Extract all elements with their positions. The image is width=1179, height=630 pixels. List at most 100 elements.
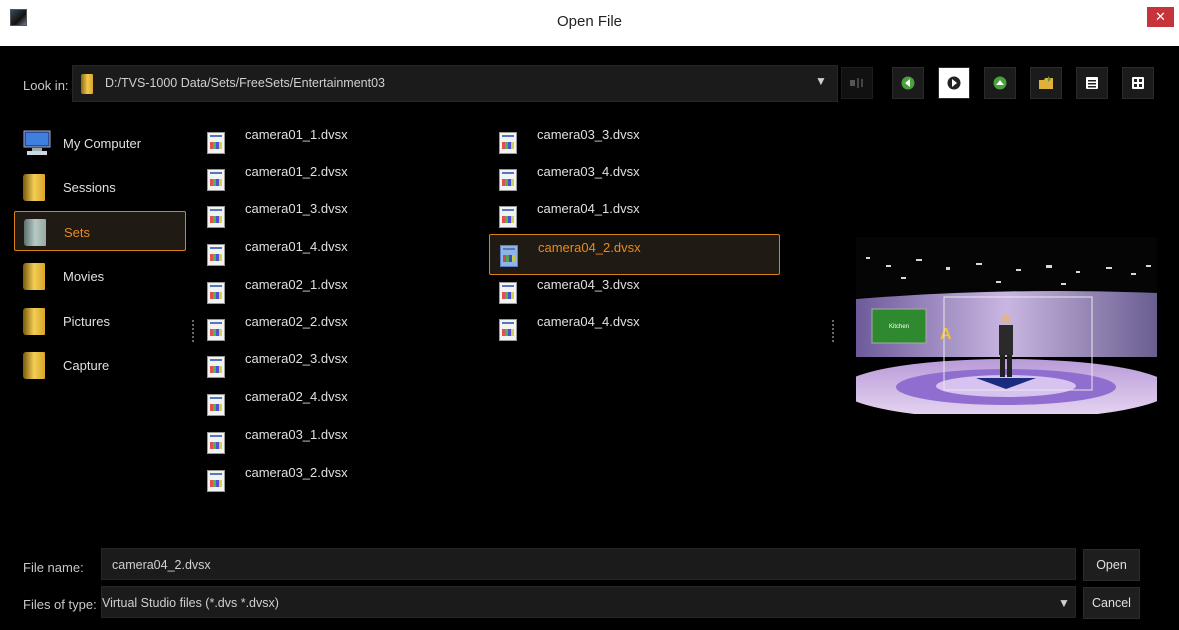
file-name-label: File name: [23,560,84,575]
preview-splitter[interactable] [832,320,834,342]
volume-button[interactable] [841,67,873,99]
file-icon [207,356,225,378]
file-icon [207,470,225,492]
look-in-dropdown[interactable]: D:/TVS-1000 Data/Sets/FreeSets/Entertain… [72,65,838,102]
back-icon [901,76,915,90]
file-name: camera03_1.dvsx [245,427,348,442]
file-icon [499,169,517,191]
folder-icon [23,263,45,290]
file-type-value: Virtual Studio files (*.dvs *.dvsx) [102,596,279,610]
forward-icon [947,76,961,90]
file-icon [207,319,225,341]
open-button[interactable]: Open [1083,549,1140,581]
up-icon [993,76,1007,90]
sidebar-item-my-computer[interactable]: My Computer [14,123,186,163]
folder-icon [81,74,93,94]
file-item[interactable]: camera01_4.dvsx [200,232,360,268]
sidebar-item-pictures[interactable]: Pictures [14,301,186,341]
file-item[interactable]: camera03_4.dvsx [492,157,780,193]
file-name: camera03_4.dvsx [537,164,640,179]
file-name-field[interactable]: camera04_2.dvsx [101,548,1076,580]
file-name: camera01_4.dvsx [245,239,348,254]
file-item[interactable]: camera02_3.dvsx [200,344,360,380]
file-icon [499,282,517,304]
sidebar-item-movies[interactable]: Movies [14,256,186,296]
file-name: camera04_2.dvsx [538,240,641,255]
sidebar-item-label: Movies [63,269,105,284]
file-icon [499,132,517,154]
sidebar-item-label: Capture [63,358,110,373]
sidebar-item-label: My Computer [63,136,142,151]
file-name: camera02_2.dvsx [245,314,348,329]
file-name: camera01_2.dvsx [245,164,348,179]
file-preview: Kitchen A [856,237,1157,414]
title-bar: Open File ✕ [0,0,1179,46]
file-icon [207,169,225,191]
file-name-value: camera04_2.dvsx [112,558,211,572]
look-in-path: D:/TVS-1000 Data/Sets/FreeSets/Entertain… [105,76,385,90]
file-item[interactable]: camera02_4.dvsx [200,382,360,418]
studio-preview-image: Kitchen A [856,237,1157,414]
file-name: camera04_1.dvsx [537,201,640,216]
preview-screen-text: Kitchen [889,324,909,330]
file-item[interactable]: camera03_3.dvsx [492,120,780,156]
file-item[interactable]: camera04_1.dvsx [492,194,780,230]
list-view-button[interactable] [1076,67,1108,99]
new-folder-icon [1039,76,1053,89]
file-item-selected[interactable]: camera04_2.dvsx [489,234,780,275]
new-folder-button[interactable] [1030,67,1062,99]
file-icon [207,132,225,154]
sidebar-item-label: Sessions [63,180,116,195]
file-name: camera02_3.dvsx [245,351,348,366]
file-type-dropdown[interactable]: Virtual Studio files (*.dvs *.dvsx) ▼ [101,586,1076,618]
detail-view-icon [1132,77,1144,89]
file-item[interactable]: camera01_2.dvsx [200,157,360,193]
file-item[interactable]: camera02_2.dvsx [200,307,360,343]
sidebar-item-label: Pictures [63,314,110,329]
file-item[interactable]: camera04_4.dvsx [492,307,780,343]
file-icon [499,206,517,228]
computer-icon [23,130,51,155]
file-item[interactable]: camera01_3.dvsx [200,194,360,230]
file-name: camera03_2.dvsx [245,465,348,480]
file-icon [500,245,518,267]
folder-icon [23,308,45,335]
file-icon [499,319,517,341]
file-icon [207,244,225,266]
sidebar-item-sets[interactable]: Sets [14,211,186,251]
file-item[interactable]: camera02_1.dvsx [200,270,360,306]
file-name: camera01_3.dvsx [245,201,348,216]
folder-icon [23,352,45,379]
folder-icon [23,174,45,201]
file-item[interactable]: camera03_2.dvsx [200,458,360,494]
file-name: camera04_3.dvsx [537,277,640,292]
file-item[interactable]: camera01_1.dvsx [200,120,360,156]
up-button[interactable] [984,67,1016,99]
sidebar-item-sessions[interactable]: Sessions [14,167,186,207]
list-view-icon [1086,77,1098,89]
folder-icon [24,219,46,246]
sidebar-item-capture[interactable]: Capture [14,345,186,385]
file-name: camera02_4.dvsx [245,389,348,404]
file-name: camera01_1.dvsx [245,127,348,142]
look-in-label: Look in: [23,78,69,93]
sidebar-splitter[interactable] [192,320,194,342]
sidebar-item-label: Sets [64,225,91,240]
window-title: Open File [556,13,623,30]
file-item[interactable]: camera04_3.dvsx [492,270,780,306]
chevron-down-icon[interactable]: ▼ [1058,596,1070,610]
back-button[interactable] [892,67,924,99]
detail-view-button[interactable] [1122,67,1154,99]
file-icon [207,206,225,228]
file-icon [207,282,225,304]
forward-button[interactable] [938,67,970,99]
preview-logo-text: A [940,326,952,343]
file-name: camera02_1.dvsx [245,277,348,292]
close-button[interactable]: ✕ [1147,7,1174,27]
volume-icon [850,78,863,88]
chevron-down-icon[interactable]: ▼ [815,74,827,88]
cancel-button[interactable]: Cancel [1083,587,1140,619]
file-icon [207,394,225,416]
file-item[interactable]: camera03_1.dvsx [200,420,360,456]
file-type-label: Files of type: [23,597,97,612]
